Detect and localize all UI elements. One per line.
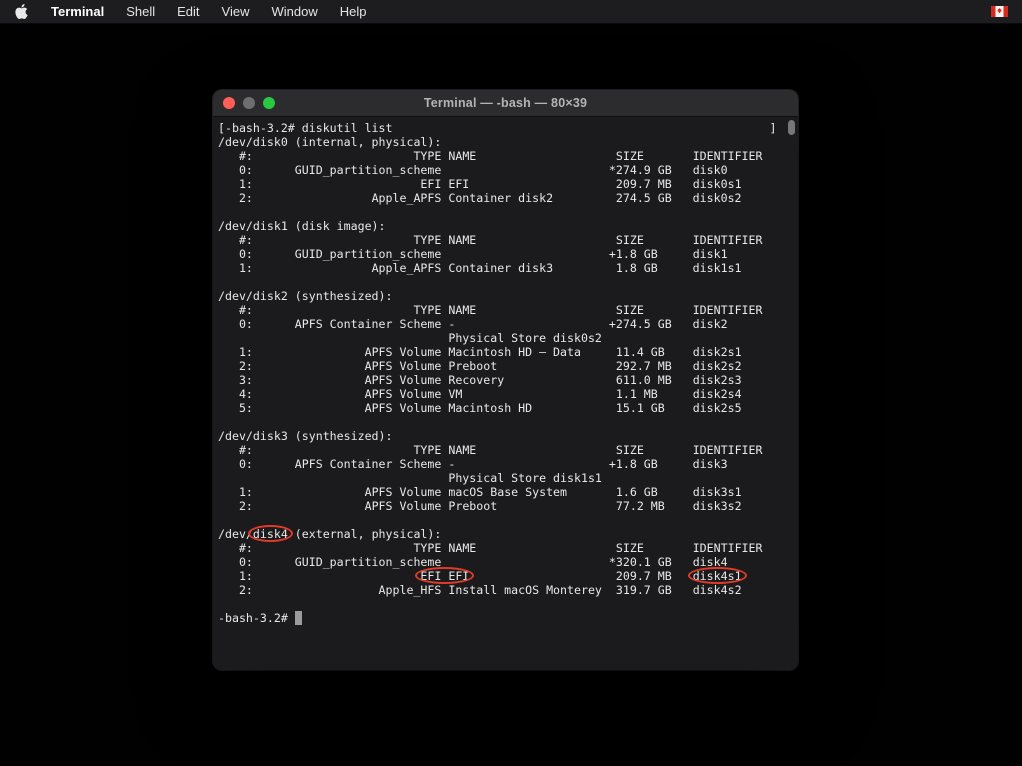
terminal-line: 0: APFS Container Scheme - +1.8 GB disk3 xyxy=(218,457,798,471)
zoom-button[interactable] xyxy=(263,97,275,109)
annotation-circle: disk4s1 xyxy=(693,569,742,583)
terminal-output: [-bash-3.2# diskutil list ]/dev/disk0 (i… xyxy=(218,121,798,625)
terminal-line: 1: Apple_APFS Container disk3 1.8 GB dis… xyxy=(218,261,798,275)
terminal-line: #: TYPE NAME SIZE IDENTIFIER xyxy=(218,443,798,457)
canada-flag-icon xyxy=(991,6,1008,17)
terminal-line: 0: GUID_partition_scheme +1.8 GB disk1 xyxy=(218,247,798,261)
terminal-line xyxy=(218,205,798,219)
menu-item-window[interactable]: Window xyxy=(261,0,329,24)
terminal-line: /dev/disk2 (synthesized): xyxy=(218,289,798,303)
apple-logo-icon xyxy=(15,4,28,19)
terminal-line: -bash-3.2# xyxy=(218,611,798,625)
terminal-line: /dev/disk1 (disk image): xyxy=(218,219,798,233)
terminal-line xyxy=(218,597,798,611)
terminal-line: 2: Apple_APFS Container disk2 274.5 GB d… xyxy=(218,191,798,205)
minimize-button[interactable] xyxy=(243,97,255,109)
terminal-line: 2: Apple_HFS Install macOS Monterey 319.… xyxy=(218,583,798,597)
terminal-line: 0: APFS Container Scheme - +274.5 GB dis… xyxy=(218,317,798,331)
apple-menu[interactable] xyxy=(0,0,40,24)
terminal-line: 4: APFS Volume VM 1.1 MB disk2s4 xyxy=(218,387,798,401)
terminal-cursor xyxy=(295,611,302,625)
terminal-line: #: TYPE NAME SIZE IDENTIFIER xyxy=(218,303,798,317)
terminal-line: 1: EFI EFI 209.7 MB disk4s1 xyxy=(218,569,798,583)
terminal-line: #: TYPE NAME SIZE IDENTIFIER xyxy=(218,541,798,555)
terminal-line: Physical Store disk0s2 xyxy=(218,331,798,345)
menu-item-view[interactable]: View xyxy=(211,0,261,24)
menu-bar: Terminal Shell Edit View Window Help xyxy=(0,0,1022,24)
terminal-line: #: TYPE NAME SIZE IDENTIFIER xyxy=(218,233,798,247)
terminal-line: 2: APFS Volume Preboot 292.7 MB disk2s2 xyxy=(218,359,798,373)
terminal-line: [-bash-3.2# diskutil list ] xyxy=(218,121,798,135)
terminal-line: #: TYPE NAME SIZE IDENTIFIER xyxy=(218,149,798,163)
terminal-line: 1: EFI EFI 209.7 MB disk0s1 xyxy=(218,177,798,191)
menu-item-terminal[interactable]: Terminal xyxy=(40,0,115,24)
terminal-window: Terminal — -bash — 80×39 [-bash-3.2# dis… xyxy=(213,90,798,670)
input-source-menu[interactable] xyxy=(991,6,1008,17)
desktop: Terminal Shell Edit View Window Help xyxy=(0,0,1022,766)
terminal-line: 2: APFS Volume Preboot 77.2 MB disk3s2 xyxy=(218,499,798,513)
terminal-line: 5: APFS Volume Macintosh HD 15.1 GB disk… xyxy=(218,401,798,415)
terminal-line xyxy=(218,513,798,527)
menu-item-edit[interactable]: Edit xyxy=(166,0,210,24)
terminal-line: Physical Store disk1s1 xyxy=(218,471,798,485)
window-title: Terminal — -bash — 80×39 xyxy=(424,96,587,110)
terminal-line: /dev/disk3 (synthesized): xyxy=(218,429,798,443)
menu-item-help[interactable]: Help xyxy=(329,0,378,24)
terminal-line: 0: GUID_partition_scheme *320.1 GB disk4 xyxy=(218,555,798,569)
close-button[interactable] xyxy=(223,97,235,109)
terminal-line: 1: APFS Volume Macintosh HD — Data 11.4 … xyxy=(218,345,798,359)
menu-item-shell[interactable]: Shell xyxy=(115,0,166,24)
terminal-line: 0: GUID_partition_scheme *274.9 GB disk0 xyxy=(218,163,798,177)
terminal-line: /dev/disk4 (external, physical): xyxy=(218,527,798,541)
annotation-circle: disk4 xyxy=(253,527,288,541)
scrollbar-thumb[interactable] xyxy=(788,120,795,135)
terminal-line: 3: APFS Volume Recovery 611.0 MB disk2s3 xyxy=(218,373,798,387)
terminal-line: 1: APFS Volume macOS Base System 1.6 GB … xyxy=(218,485,798,499)
terminal-line xyxy=(218,415,798,429)
window-titlebar[interactable]: Terminal — -bash — 80×39 xyxy=(213,90,798,117)
traffic-lights xyxy=(223,90,275,116)
terminal-line xyxy=(218,275,798,289)
terminal-line: /dev/disk0 (internal, physical): xyxy=(218,135,798,149)
terminal-content[interactable]: [-bash-3.2# diskutil list ]/dev/disk0 (i… xyxy=(213,117,798,670)
annotation-circle: EFI EFI xyxy=(420,569,469,583)
